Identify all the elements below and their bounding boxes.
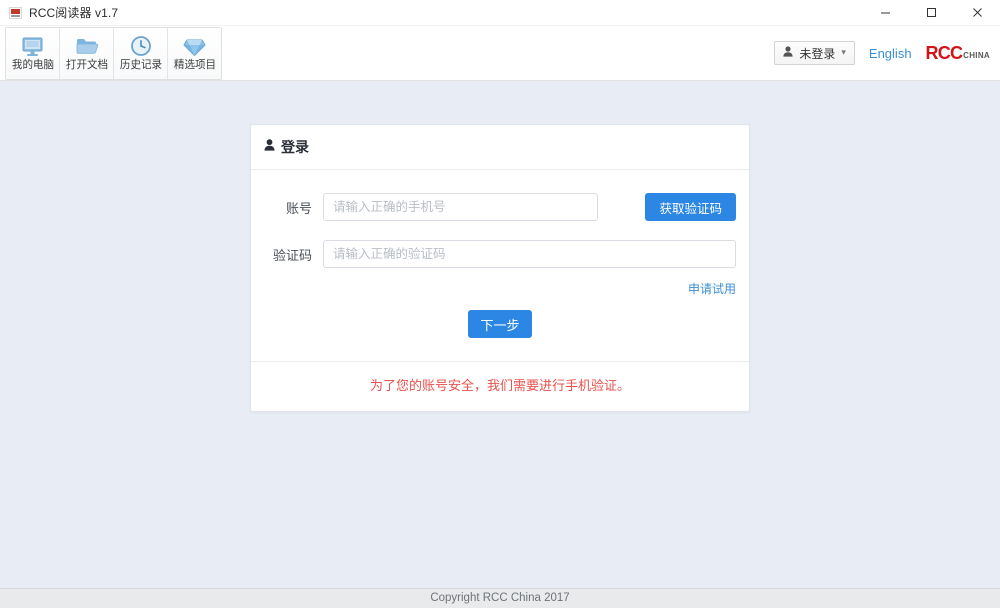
verification-code-field-label: 验证码 <box>272 247 312 263</box>
verification-code-input[interactable] <box>323 240 736 268</box>
user-icon <box>264 138 275 156</box>
copyright-text: Copyright RCC China 2017 <box>430 591 570 604</box>
toolbar-item-label: 打开文档 <box>65 59 108 71</box>
folder-icon <box>75 34 99 58</box>
user-account-label: 未登录 <box>799 46 836 61</box>
next-step-button[interactable]: 下一步 <box>468 310 532 338</box>
submit-row: 下一步 <box>251 310 749 361</box>
account-field-row: 账号 获取验证码 <box>251 193 749 221</box>
rcc-china-logo: RCC CHINA <box>926 44 990 62</box>
status-bar: Copyright RCC China 2017 <box>0 588 1000 608</box>
user-icon <box>783 46 793 60</box>
toolbar-right-group: 未登录 ▾ English RCC CHINA <box>774 41 1000 65</box>
application-window: RCC阅读器 v1.7 我的电脑 打开文档 历史记录 精选项目 未登录 ▾ En… <box>0 0 1000 608</box>
brand-primary-text: RCC <box>925 43 963 63</box>
toolbar-item-open-document[interactable]: 打开文档 <box>60 27 114 79</box>
trial-link-row: 申请试用 <box>251 280 749 297</box>
title-bar-left: RCC阅读器 v1.7 <box>0 4 118 21</box>
login-card-header: 登录 <box>251 125 749 170</box>
toolbar-item-my-computer[interactable]: 我的电脑 <box>6 27 60 79</box>
user-account-dropdown[interactable]: 未登录 ▾ <box>774 41 855 65</box>
login-card-title: 登录 <box>281 139 309 155</box>
apply-trial-link[interactable]: 申请试用 <box>688 280 736 297</box>
toolbar-item-featured-projects[interactable]: 精选项目 <box>168 27 221 79</box>
close-button[interactable] <box>954 0 1000 25</box>
window-controls <box>862 0 1000 25</box>
maximize-icon <box>926 8 936 17</box>
login-card: 登录 账号 获取验证码 验证码 申请试用 下一步 <box>250 124 750 412</box>
window-title: RCC阅读器 v1.7 <box>29 6 119 20</box>
login-card-footer: 为了您的账号安全，我们需要进行手机验证。 <box>251 361 749 411</box>
close-icon <box>972 8 982 17</box>
rcc-app-icon <box>9 6 22 19</box>
toolbar-item-label: 历史记录 <box>119 59 162 71</box>
title-bar: RCC阅读器 v1.7 <box>0 0 1000 26</box>
main-toolbar: 我的电脑 打开文档 历史记录 精选项目 未登录 ▾ English RCC CH… <box>0 26 1000 81</box>
toolbar-item-label: 我的电脑 <box>11 59 54 71</box>
monitor-icon <box>21 34 44 58</box>
toolbar-item-label: 精选项目 <box>173 59 216 71</box>
chevron-down-icon: ▾ <box>841 46 846 57</box>
account-input[interactable] <box>323 193 599 221</box>
security-warning-text: 为了您的账号安全，我们需要进行手机验证。 <box>369 378 630 393</box>
login-form: 账号 获取验证码 验证码 申请试用 下一步 <box>251 170 749 361</box>
minimize-button[interactable] <box>862 0 908 25</box>
minimize-icon <box>880 12 890 14</box>
verification-code-field-row: 验证码 <box>251 240 749 268</box>
language-switch-link[interactable]: English <box>869 46 912 61</box>
maximize-button[interactable] <box>908 0 954 25</box>
diamond-icon <box>183 34 206 58</box>
clock-icon <box>130 34 152 58</box>
brand-secondary-text: CHINA <box>963 51 990 60</box>
account-field-label: 账号 <box>285 200 312 216</box>
get-verification-code-button[interactable]: 获取验证码 <box>645 193 736 221</box>
toolbar-button-group: 我的电脑 打开文档 历史记录 精选项目 <box>5 26 222 80</box>
main-content-area: 登录 账号 获取验证码 验证码 申请试用 下一步 <box>0 81 1000 588</box>
toolbar-item-history[interactable]: 历史记录 <box>114 27 168 79</box>
